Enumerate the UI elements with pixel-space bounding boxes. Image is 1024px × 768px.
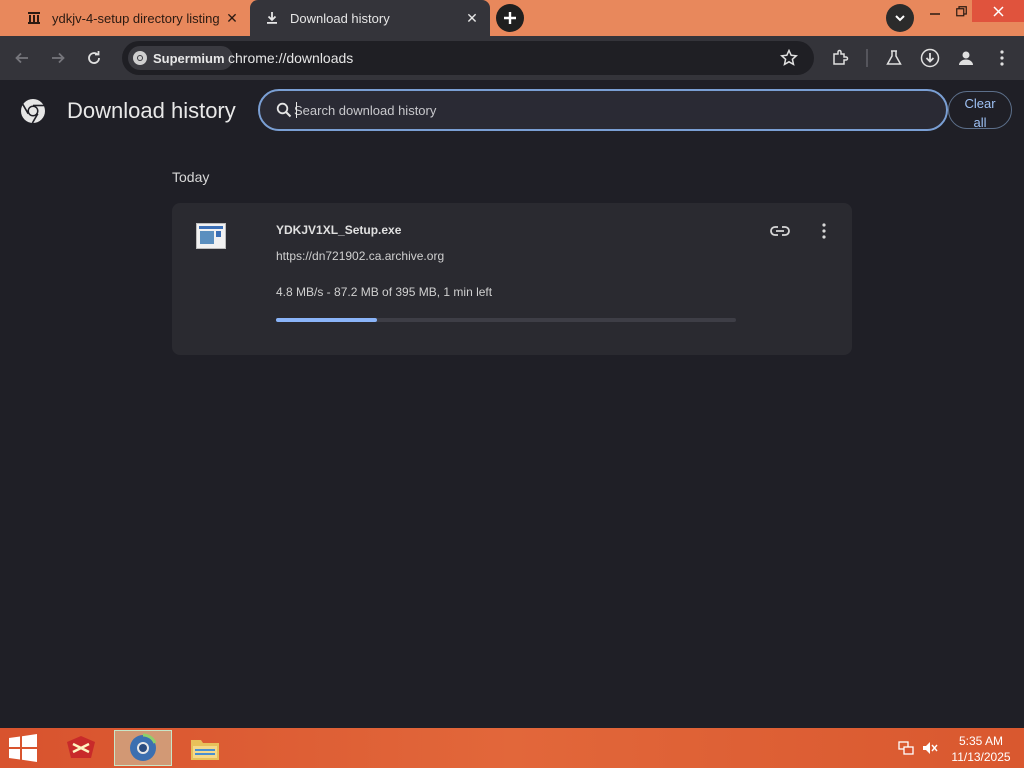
browser-toolbar: Supermium chrome://downloads <box>0 36 1024 80</box>
address-bar[interactable]: Supermium chrome://downloads <box>122 41 814 75</box>
download-status: 4.8 MB/s - 87.2 MB of 395 MB, 1 min left <box>276 285 493 299</box>
plus-icon <box>504 12 516 24</box>
progress-bar <box>276 318 736 322</box>
labs-button[interactable] <box>884 48 904 68</box>
url-text[interactable]: chrome://downloads <box>228 50 353 66</box>
clear-all-button[interactable]: Clear all <box>948 91 1012 130</box>
bookmark-star-icon[interactable] <box>780 49 798 67</box>
chromium-logo-icon <box>133 51 147 65</box>
taskbar: 5:35 AM 11/13/2025 <box>0 728 1024 768</box>
flask-icon <box>886 50 902 65</box>
minimize-icon <box>930 13 940 15</box>
tab-search-button[interactable] <box>886 4 914 32</box>
folder-icon <box>191 740 219 760</box>
tab-directory-listing[interactable]: ydkjv-4-setup directory listing ✕ <box>12 0 250 36</box>
tab-title: Download history <box>290 10 390 26</box>
new-tab-button[interactable] <box>496 4 524 32</box>
taskbar-app-file-explorer[interactable] <box>176 730 234 766</box>
arrow-left-icon <box>15 52 28 64</box>
app-game-icon <box>67 736 95 758</box>
more-actions-button[interactable] <box>812 219 836 243</box>
more-vert-icon <box>1000 50 1004 66</box>
progress-bar-fill <box>276 318 378 322</box>
text-cursor <box>296 102 297 118</box>
extensions-button[interactable] <box>830 48 850 68</box>
forward-button[interactable] <box>46 46 70 70</box>
close-icon[interactable]: ✕ <box>462 8 482 28</box>
date-heading: Today <box>172 169 210 185</box>
back-button[interactable] <box>10 46 34 70</box>
downloads-button[interactable] <box>920 48 940 68</box>
search-icon <box>276 102 292 118</box>
copy-link-button[interactable] <box>768 219 792 243</box>
downloads-page: Download history Clear all Today YDKJV1X… <box>0 80 1024 728</box>
tab-title: ydkjv-4-setup directory listing <box>52 10 220 26</box>
browser-chip[interactable]: Supermium <box>128 46 233 70</box>
browser-app-icon <box>130 733 157 761</box>
window-close-button[interactable] <box>972 0 1024 22</box>
download-item: YDKJV1XL_Setup.exe https://dn721902.ca.a… <box>172 203 852 355</box>
more-vert-icon <box>822 223 826 239</box>
executable-file-icon <box>196 223 226 249</box>
taskbar-app-browser[interactable] <box>114 730 172 766</box>
system-clock[interactable]: 5:35 AM 11/13/2025 <box>946 733 1016 765</box>
windows-start-icon[interactable] <box>8 734 38 762</box>
file-name-link[interactable]: YDKJV1XL_Setup.exe <box>276 223 401 237</box>
menu-button[interactable] <box>992 48 1012 68</box>
source-url-link[interactable]: https://dn721902.ca.archive.org <box>276 249 444 263</box>
toolbar-divider <box>866 49 868 67</box>
taskbar-app-game[interactable] <box>52 730 110 766</box>
volume-muted-icon[interactable] <box>922 740 938 756</box>
network-icon[interactable] <box>898 740 914 756</box>
archive-icon <box>26 10 42 26</box>
clear-all-label-line2: all <box>973 115 987 130</box>
clear-all-label-line1: Clear <box>964 96 996 111</box>
reload-icon <box>88 51 100 64</box>
reload-button[interactable] <box>82 46 106 70</box>
clock-date: 11/13/2025 <box>951 750 1011 764</box>
close-icon[interactable]: ✕ <box>222 8 242 28</box>
chip-label: Supermium <box>153 50 225 66</box>
download-circle-icon <box>920 48 940 68</box>
search-box[interactable] <box>258 89 948 131</box>
close-icon <box>992 5 1004 17</box>
clock-time: 5:35 AM <box>958 734 1004 748</box>
chrome-logo-icon <box>21 99 45 124</box>
tab-download-history[interactable]: Download history ✕ <box>250 0 490 36</box>
chevron-down-icon <box>895 15 905 22</box>
page-title: Download history <box>67 98 236 123</box>
tab-strip: ydkjv-4-setup directory listing ✕ Downlo… <box>0 0 1024 36</box>
restore-icon <box>955 5 967 16</box>
arrow-right-icon <box>52 52 65 64</box>
profile-button[interactable] <box>956 48 976 68</box>
search-input[interactable] <box>294 99 914 121</box>
download-icon <box>264 10 280 26</box>
puzzle-icon <box>833 49 849 65</box>
link-icon <box>770 226 790 236</box>
person-icon <box>959 51 973 65</box>
